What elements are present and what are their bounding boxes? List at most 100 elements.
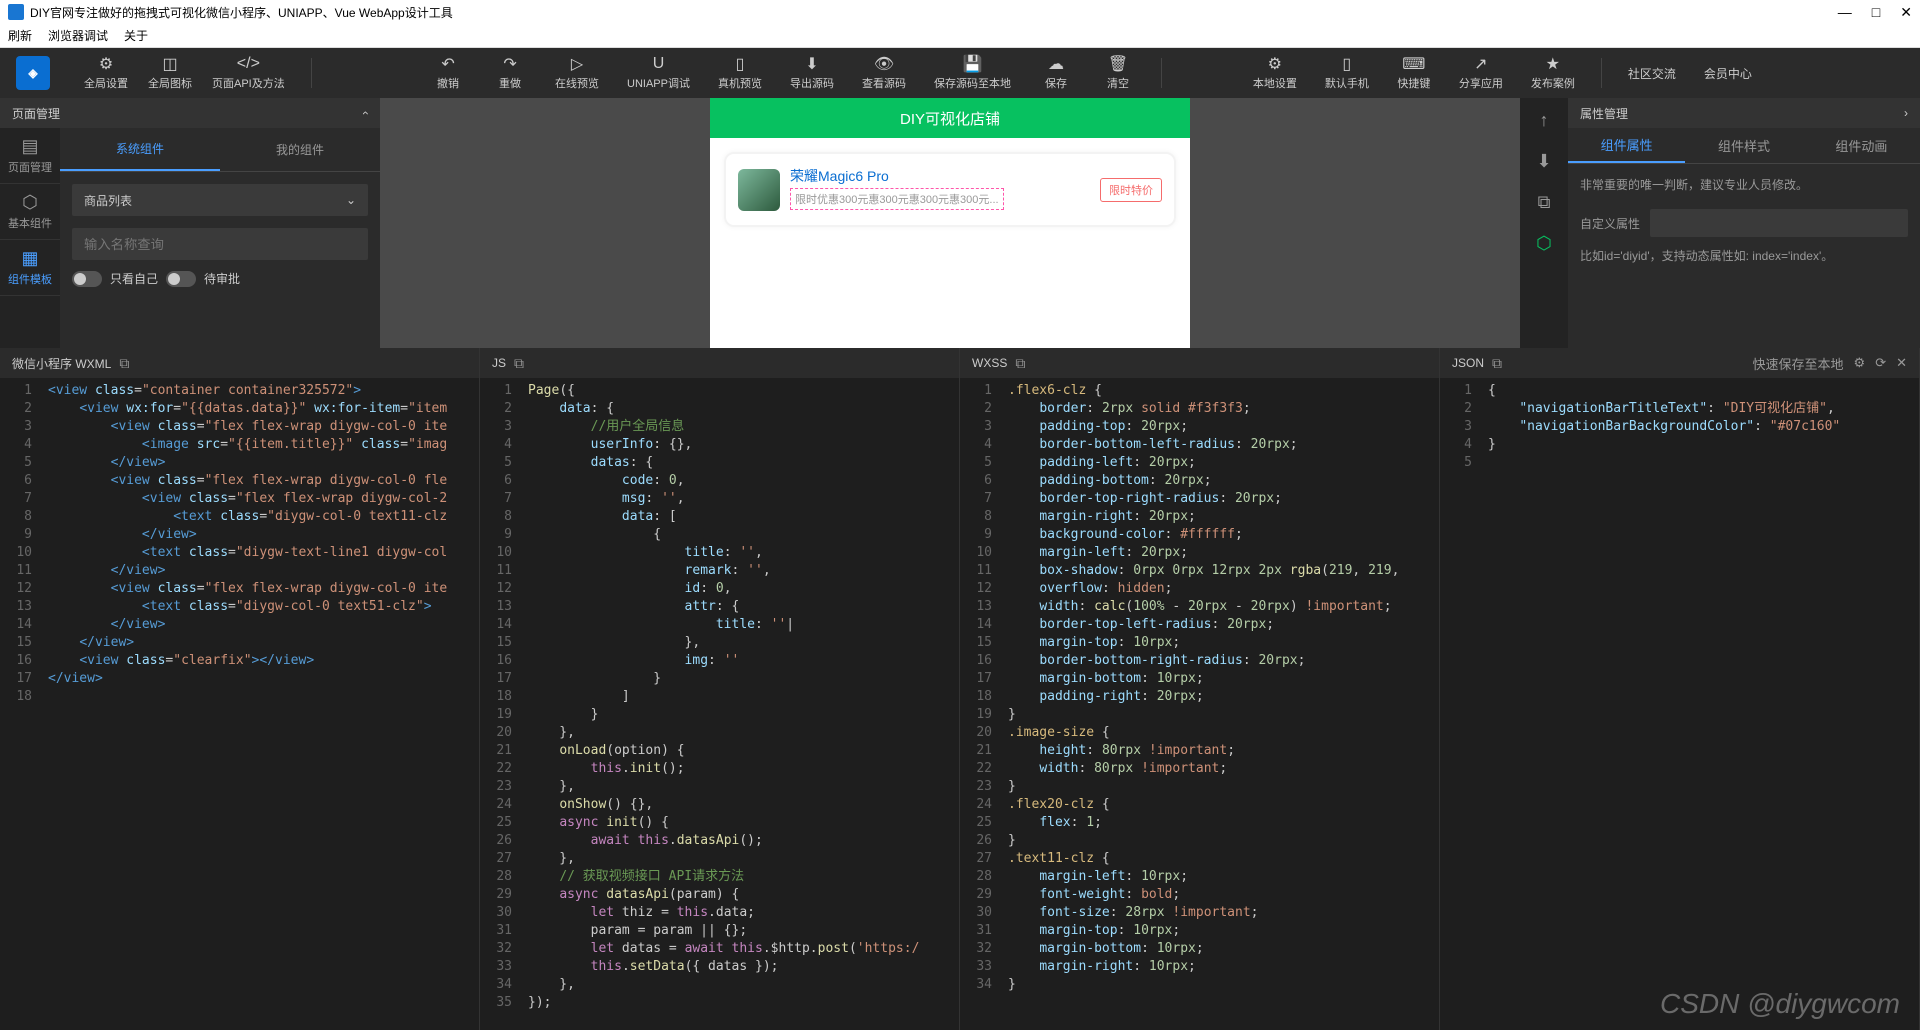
gutter: 12345 [1440, 378, 1480, 1030]
save-button[interactable]: ☁保存 [1029, 51, 1083, 95]
page-manage-title: 页面管理 [12, 105, 60, 122]
menu-bar: 刷新 浏览器调试 关于 [0, 24, 1920, 48]
wxss-panel: WXSS ⧉ 123456789101112131415161718192021… [960, 348, 1440, 1030]
property-header[interactable]: 属性管理 › [1568, 98, 1920, 128]
side-content: 系统组件 我的组件 商品列表 ⌄ 只看自己 待审批 [60, 128, 380, 348]
only-mine-toggle[interactable] [72, 271, 102, 287]
prop-hint-2: 比如id='diyid'，支持动态属性如: index='index'。 [1580, 247, 1908, 264]
keyboard-icon: ⌨ [1405, 55, 1423, 73]
gear-icon: ⚙ [97, 55, 115, 73]
pending-toggle[interactable] [166, 271, 196, 287]
uniapp-icon: U [650, 55, 668, 73]
product-subtitle: 限时优惠300元惠300元惠300元惠300元... [790, 188, 1004, 210]
uniapp-debug-button[interactable]: UUNIAPP调试 [617, 51, 700, 95]
tab-component-animation[interactable]: 组件动画 [1803, 128, 1920, 163]
copy-icon[interactable]: ⧉ [1015, 355, 1025, 372]
js-code[interactable]: Page({ data: { //用户全局信息 userInfo: {}, da… [520, 378, 959, 1030]
pending-label: 待审批 [204, 270, 240, 287]
move-up-icon[interactable]: ↑ [1540, 110, 1549, 131]
undo-button[interactable]: ↶撤销 [421, 51, 475, 95]
wxml-title: 微信小程序 WXML [12, 355, 111, 372]
gutter: 1234567891011121314151617181920212223242… [480, 378, 520, 1030]
tab-system-components[interactable]: 系统组件 [60, 128, 220, 171]
online-preview-button[interactable]: ▷在线预览 [545, 51, 609, 95]
global-settings-button[interactable]: ⚙全局设置 [74, 51, 138, 95]
menu-about[interactable]: 关于 [124, 27, 148, 44]
redo-icon: ↷ [501, 55, 519, 73]
tab-component-styles[interactable]: 组件样式 [1685, 128, 1802, 163]
minimize-button[interactable]: — [1838, 4, 1852, 21]
tab-component-props[interactable]: 组件属性 [1568, 128, 1685, 163]
phone-icon: ▯ [731, 55, 749, 73]
refresh-icon[interactable]: ⟳ [1875, 355, 1886, 371]
close-icon[interactable]: ✕ [1896, 355, 1907, 371]
share-icon: ↗ [1472, 55, 1490, 73]
wxss-code[interactable]: .flex6-clz { border: 2rpx solid #f3f3f3;… [1000, 378, 1439, 1030]
product-badge: 限时特价 [1100, 178, 1162, 202]
eye-icon: 👁 [875, 55, 893, 73]
product-title: 荣耀Magic6 Pro [790, 166, 1090, 186]
save-local-button[interactable]: 💾保存源码至本地 [924, 51, 1021, 95]
chevron-down-icon: ⌄ [346, 193, 356, 207]
tab-my-components[interactable]: 我的组件 [220, 128, 380, 171]
category-dropdown[interactable]: 商品列表 ⌄ [72, 184, 368, 216]
copy-icon[interactable]: ⧉ [1538, 192, 1551, 213]
right-panel: ↑ ⬇ ⧉ ⬡ 属性管理 › 组件属性 组件样式 组件动画 非常重要的唯一判断，… [1520, 98, 1920, 348]
page-api-button[interactable]: </>页面API及方法 [202, 51, 295, 95]
play-icon: ▷ [568, 55, 586, 73]
app-icon [8, 4, 24, 20]
share-app-button[interactable]: ↗分享应用 [1449, 51, 1513, 95]
quick-save-label[interactable]: 快速保存至本地 [1753, 354, 1844, 373]
close-button[interactable]: ✕ [1900, 4, 1912, 21]
wxml-panel: 微信小程序 WXML ⧉ 123456789101112131415161718… [0, 348, 480, 1030]
side-tab-pages[interactable]: ▤页面管理 [0, 128, 60, 184]
download-icon[interactable]: ⬇ [1536, 151, 1551, 172]
grid-icon: ◫ [161, 55, 179, 73]
js-title: JS [492, 356, 506, 370]
component-search-input[interactable] [72, 228, 368, 260]
phone-preview: DIY可视化店铺 荣耀Magic6 Pro 限时优惠300元惠300元惠300元… [710, 98, 1190, 348]
menu-browser-debug[interactable]: 浏览器调试 [48, 27, 108, 44]
menu-refresh[interactable]: 刷新 [8, 27, 32, 44]
prop-hint-1: 非常重要的唯一判断，建议专业人员修改。 [1580, 176, 1908, 193]
cloud-icon: ☁ [1047, 55, 1065, 73]
member-link[interactable]: 会员中心 [1694, 65, 1762, 82]
wxml-code[interactable]: <view class="container container325572">… [40, 378, 479, 1030]
copy-icon[interactable]: ⧉ [1492, 355, 1502, 372]
custom-attr-input[interactable] [1650, 209, 1908, 237]
local-settings-button[interactable]: ⚙本地设置 [1243, 51, 1307, 95]
side-tab-templates[interactable]: ▦组件模板 [0, 240, 60, 296]
copy-icon[interactable]: ⧉ [514, 355, 524, 372]
shortcuts-button[interactable]: ⌨快捷键 [1387, 51, 1441, 95]
json-panel: JSON ⧉ 快速保存至本地 ⚙ ⟳ ✕ 12345 { "navigation… [1440, 348, 1920, 1030]
left-sidebar: 页面管理 ‹ ▤页面管理 ⬡基本组件 ▦组件模板 系统组件 我的组件 商品列表 [0, 98, 380, 348]
trash-icon: 🗑 [1109, 55, 1127, 73]
gutter: 123456789101112131415161718 [0, 378, 40, 1030]
side-tab-components[interactable]: ⬡基本组件 [0, 184, 60, 240]
clear-button[interactable]: 🗑清空 [1091, 51, 1145, 95]
property-title: 属性管理 [1580, 105, 1628, 122]
global-icons-button[interactable]: ◫全局图标 [138, 51, 202, 95]
gear-icon[interactable]: ⚙ [1854, 355, 1866, 371]
copy-icon[interactable]: ⧉ [119, 355, 129, 372]
view-source-button[interactable]: 👁查看源码 [852, 51, 916, 95]
download-icon: ⬇ [803, 55, 821, 73]
logo-icon: ◈ [16, 56, 50, 90]
js-panel: JS ⧉ 12345678910111213141516171819202122… [480, 348, 960, 1030]
code-icon: </> [239, 55, 257, 73]
only-mine-label: 只看自己 [110, 270, 158, 287]
template-icon: ▦ [21, 248, 38, 269]
publish-case-button[interactable]: ★发布案例 [1521, 51, 1585, 95]
puzzle-icon[interactable]: ⬡ [1536, 233, 1552, 254]
maximize-button[interactable]: □ [1872, 4, 1880, 21]
canvas-area[interactable]: DIY可视化店铺 荣耀Magic6 Pro 限时优惠300元惠300元惠300元… [380, 98, 1520, 348]
page-manage-header[interactable]: 页面管理 ‹ [0, 98, 380, 128]
json-code[interactable]: { "navigationBarTitleText": "DIY可视化店铺", … [1480, 378, 1919, 1030]
community-link[interactable]: 社区交流 [1618, 65, 1686, 82]
redo-button[interactable]: ↷重做 [483, 51, 537, 95]
main-area: 页面管理 ‹ ▤页面管理 ⬡基本组件 ▦组件模板 系统组件 我的组件 商品列表 [0, 98, 1920, 348]
product-card[interactable]: 荣耀Magic6 Pro 限时优惠300元惠300元惠300元惠300元... … [724, 152, 1176, 227]
export-source-button[interactable]: ⬇导出源码 [780, 51, 844, 95]
default-phone-button[interactable]: ▯默认手机 [1315, 51, 1379, 95]
device-preview-button[interactable]: ▯真机预览 [708, 51, 772, 95]
